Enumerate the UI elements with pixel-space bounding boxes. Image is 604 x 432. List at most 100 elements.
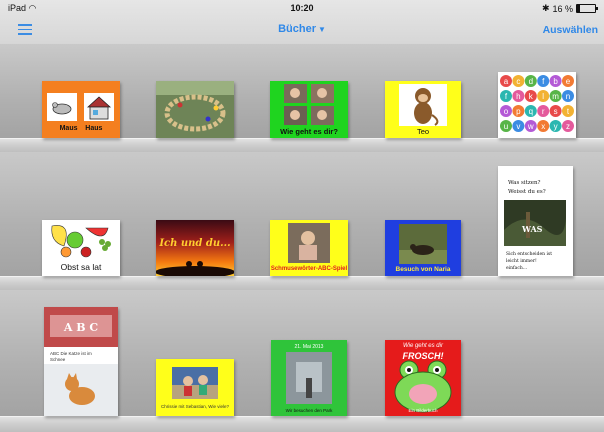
letter-circle: a — [500, 75, 512, 87]
letter-circle: p — [512, 105, 525, 117]
book-abc-banner-text: A B C — [63, 321, 99, 334]
letter-circle: y — [549, 120, 562, 132]
book-was-text1: Sich entscheiden ist — [506, 252, 552, 257]
letter-circle: o — [500, 105, 512, 117]
svg-text:d: d — [529, 77, 533, 86]
svg-text:e: e — [566, 77, 571, 86]
book-maus-haus[interactable]: Maus Haus — [42, 81, 120, 138]
book-was-overlay: WAS — [522, 224, 543, 234]
svg-text:r: r — [542, 107, 545, 116]
book-wie-geht-es-dir[interactable]: Wie geht es dir? — [270, 81, 348, 138]
letter-circle: v — [512, 120, 525, 132]
book-frosch-title1: Wie geht es dir — [403, 343, 443, 349]
book-teo-caption: Teo — [416, 127, 430, 136]
battery-fill — [577, 5, 580, 12]
book-wir-besuchen-date: 21. Mai 2013 — [294, 344, 324, 350]
book-abc-katze[interactable]: A B C ABC Die Katze ist im Schnee — [44, 307, 118, 416]
bluetooth-icon: ✱ — [541, 3, 550, 13]
caption-maus: Maus — [59, 125, 78, 132]
letter-circle: d — [524, 75, 537, 87]
book-abc-line2: Schnee — [50, 357, 66, 362]
letter-circle: r — [537, 105, 550, 117]
chevron-down-icon: ▼ — [317, 25, 326, 34]
book-wir-besuchen-caption: Wir besuchen den Park — [285, 408, 333, 413]
letter-circle: t — [562, 105, 574, 117]
library-title-dropdown[interactable]: Bücher ▼ — [0, 23, 604, 35]
svg-text:m: m — [552, 92, 559, 101]
photo-children-circle — [156, 81, 234, 138]
battery-icon — [576, 4, 598, 13]
svg-text:c: c — [516, 77, 520, 86]
book-was-line2: Weisst du es? — [508, 189, 546, 195]
letter-circle: b — [549, 75, 562, 87]
svg-text:w: w — [527, 122, 534, 131]
book-wie-geht-es-dir-caption: Wie geht es dir? — [280, 127, 338, 136]
park-photo — [286, 352, 332, 404]
book-frosch-author: Ein Bilderbuch — [408, 408, 438, 413]
svg-text:x: x — [541, 122, 545, 131]
book-abc-line: ABC Die Katze ist im — [50, 351, 92, 356]
letter-circle: n — [562, 90, 574, 102]
book-obst-salat-caption: Obst sa lat — [60, 262, 102, 272]
svg-text:n: n — [566, 92, 570, 101]
alphabet-circles: a c d f b ef h k l m no p q r s tu v w x y z — [500, 75, 574, 132]
letter-circle: e — [562, 75, 574, 87]
letter-circle: h — [512, 90, 525, 102]
caption-haus: Haus — [85, 125, 103, 132]
tree-photo — [504, 200, 566, 246]
letter-circle: u — [500, 120, 512, 132]
svg-text:p: p — [516, 107, 521, 116]
letter-circle: x — [537, 120, 550, 132]
letter-circle: f — [537, 75, 550, 87]
book-abc-letters[interactable]: acdfbefhklmnopqrstuvwxyz — [498, 72, 576, 138]
letter-circle: w — [524, 120, 537, 132]
status-bar: iPad ◠ 10:20 ✱ 16 % — [0, 0, 604, 16]
navigation-bar: Bücher ▼ Auswählen — [0, 16, 604, 44]
sunset-silhouette — [156, 261, 234, 276]
book-obst-salat[interactable]: Obst sa lat — [42, 220, 120, 276]
select-button[interactable]: Auswählen — [543, 24, 598, 36]
book-maus-haus-caption: Maus Haus — [42, 125, 120, 132]
letter-circle: k — [524, 90, 537, 102]
shelf-board-2 — [0, 276, 604, 291]
letter-circle: q — [524, 105, 537, 117]
book-photo-circle[interactable] — [156, 81, 234, 138]
letter-circle: l — [537, 90, 550, 102]
letter-circle: c — [512, 75, 525, 87]
letter-circle: m — [549, 90, 562, 102]
letter-circle: z — [562, 120, 574, 132]
svg-text:s: s — [554, 107, 558, 116]
ipad-screen: iPad ◠ 10:20 ✱ 16 % Bücher ▼ Auswählen M… — [0, 0, 604, 432]
book-frosch[interactable]: Wie geht es dir FROSCH! Ein Bilderbuch — [385, 340, 461, 416]
book-besuch-von-naria[interactable]: Besuch von Naria — [385, 220, 461, 276]
book-teo[interactable]: Teo — [385, 81, 461, 138]
shelf-board-1 — [0, 138, 604, 153]
book-was-text3: einfach... — [506, 266, 528, 271]
svg-text:h: h — [516, 92, 520, 101]
svg-text:a: a — [504, 77, 509, 86]
book-schmusewoerter[interactable]: Schmusewörter-ABC-Spiel — [270, 220, 348, 276]
book-ich-und-du[interactable]: Ich und du... — [156, 220, 234, 276]
svg-text:u: u — [504, 122, 508, 131]
book-wir-besuchen[interactable]: 21. Mai 2013 Wir besuchen den Park — [271, 340, 347, 416]
battery-text: 16 % — [552, 3, 573, 14]
book-was-line1: Was sitzen? — [508, 180, 541, 186]
battery-status: ✱ 16 % — [541, 3, 598, 14]
svg-text:y: y — [554, 122, 558, 131]
shelf-board-3 — [0, 416, 604, 432]
svg-text:v: v — [516, 122, 520, 131]
letter-circle: s — [549, 105, 562, 117]
book-chrissie[interactable]: Chrissie mit Sebastian, Wie viele? — [156, 359, 234, 416]
cat-in-snow-photo — [44, 364, 118, 416]
svg-text:l: l — [542, 92, 544, 101]
book-schmusewoerter-caption: Schmusewörter-ABC-Spiel — [270, 266, 348, 272]
book-chrissie-caption: Chrissie mit Sebastian, Wie viele? — [160, 404, 230, 409]
book-was-text2: leicht immer! — [506, 259, 537, 264]
book-besuch-von-naria-caption: Besuch von Naria — [395, 266, 451, 273]
clock: 10:20 — [290, 3, 314, 13]
book-was-sitzen[interactable]: Was sitzen? Weisst du es? WAS Sich entsc… — [498, 166, 573, 276]
svg-text:o: o — [504, 107, 509, 116]
svg-text:b: b — [553, 77, 558, 86]
svg-text:z: z — [566, 122, 570, 131]
library-title: Bücher — [278, 23, 316, 35]
